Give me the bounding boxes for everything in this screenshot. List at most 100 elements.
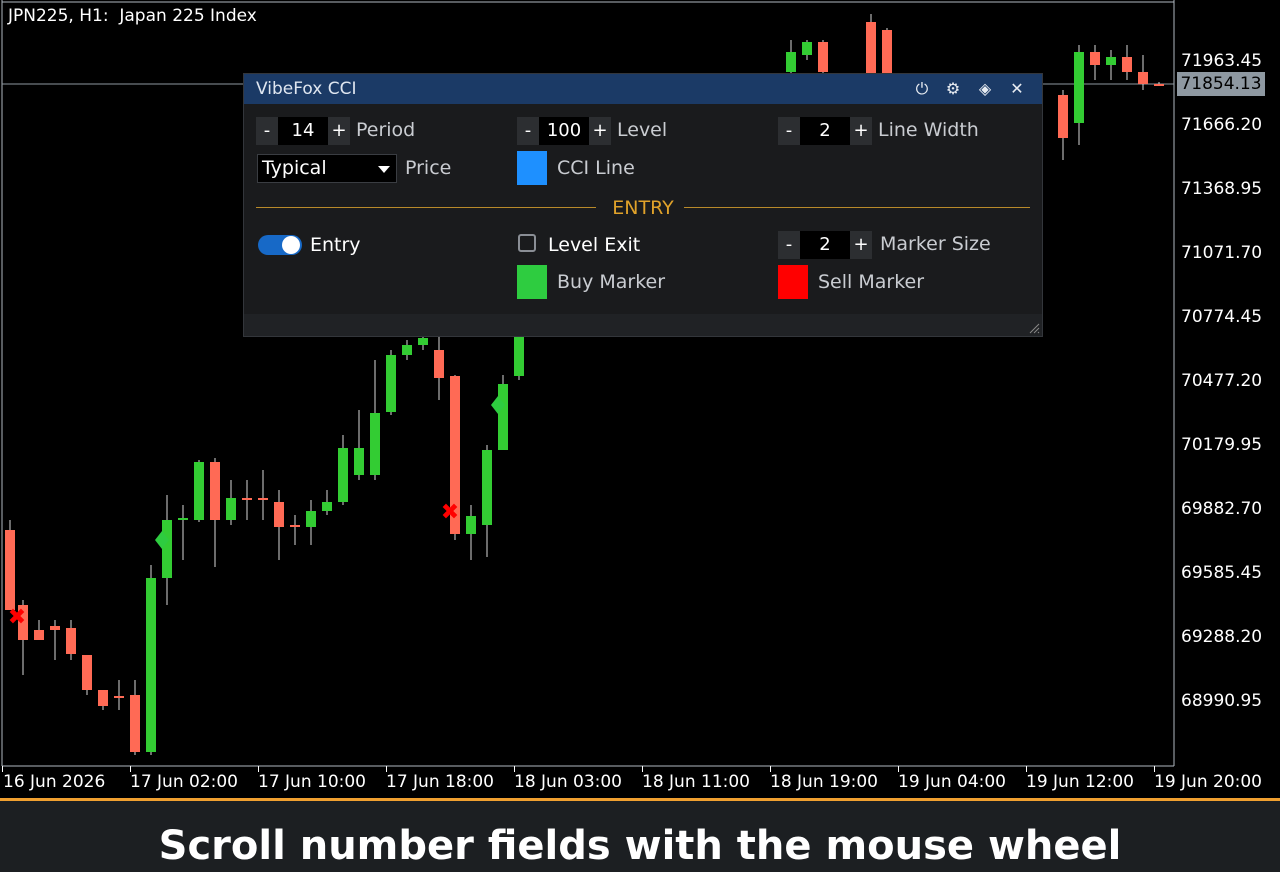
candle-body: [258, 498, 268, 500]
period-increment-button[interactable]: +: [328, 117, 350, 145]
candle-body: [818, 42, 828, 72]
candle-body: [1154, 84, 1164, 86]
candle-body: [402, 345, 412, 355]
buy-marker-label: Buy Marker: [557, 271, 666, 293]
price-tick: 70179.95: [1181, 435, 1263, 455]
panel-title: VibeFox CCI: [256, 79, 357, 99]
marker-size-increment-button[interactable]: +: [850, 231, 872, 259]
time-tick: 18 Jun 03:00: [514, 772, 622, 792]
candle-body: [114, 696, 124, 698]
price-tick: 71368.95: [1181, 179, 1263, 199]
candle-body: [1058, 95, 1068, 138]
line-width-increment-button[interactable]: +: [850, 117, 872, 145]
entry-label: Entry: [310, 234, 361, 256]
price-label: Price: [405, 157, 452, 179]
level-exit-checkbox[interactable]: [518, 234, 536, 252]
price-tick: 68990.95: [1181, 691, 1263, 711]
candle-body: [1106, 57, 1116, 65]
candle-body: [466, 516, 476, 534]
candle-body: [82, 655, 92, 690]
close-icon[interactable]: ✕: [1007, 79, 1027, 99]
period-decrement-button[interactable]: -: [256, 117, 278, 145]
candle-body: [226, 498, 236, 520]
candle-body: [146, 578, 156, 752]
candle-body: [482, 450, 492, 525]
candle-body: [274, 502, 284, 527]
cci-line-color-swatch[interactable]: [517, 151, 547, 185]
panel-title-bar[interactable]: VibeFox CCI ⏻ ⚙ ◈ ✕: [244, 74, 1042, 104]
level-decrement-button[interactable]: -: [517, 117, 539, 145]
candle-body: [370, 413, 380, 475]
candle-body: [210, 462, 220, 520]
level-increment-button[interactable]: +: [589, 117, 611, 145]
caption-banner: Scroll number fields with the mouse whee…: [0, 798, 1280, 872]
entry-section-title: ENTRY: [612, 197, 674, 219]
level-label: Level: [617, 119, 668, 141]
panel-footer: [244, 314, 1042, 336]
sell-marker-icon: ✖: [441, 500, 459, 525]
price-tick: 69882.70: [1181, 499, 1263, 519]
sell-marker-color-swatch[interactable]: [778, 265, 808, 299]
candle-body: [434, 350, 444, 378]
price-tick: 69288.20: [1181, 627, 1263, 647]
candle-body: [418, 338, 428, 345]
candle-body: [50, 626, 60, 630]
line-width-decrement-button[interactable]: -: [778, 117, 800, 145]
candle-body: [1122, 57, 1132, 72]
candle-body: [162, 520, 172, 578]
time-tick: 17 Jun 10:00: [258, 772, 366, 792]
period-stepper[interactable]: - 14 +: [256, 117, 350, 145]
candle-body: [882, 30, 892, 75]
candle-body: [5, 530, 15, 610]
line-width-label: Line Width: [878, 119, 979, 141]
sell-marker-icon: ✖: [8, 605, 26, 630]
symbol-title: JPN225, H1: Japan 225 Index: [8, 6, 257, 26]
price-tick: 70774.45: [1181, 307, 1263, 327]
time-tick: 19 Jun 12:00: [1026, 772, 1134, 792]
line-width-input[interactable]: 2: [800, 117, 850, 145]
marker-size-decrement-button[interactable]: -: [778, 231, 800, 259]
time-tick: 17 Jun 18:00: [386, 772, 494, 792]
candle-body: [802, 42, 812, 55]
period-input[interactable]: 14: [278, 117, 328, 145]
marker-size-stepper[interactable]: - 2 +: [778, 231, 872, 259]
candle-body: [322, 502, 332, 511]
buy-marker-color-swatch[interactable]: [517, 265, 547, 299]
level-stepper[interactable]: - 100 +: [517, 117, 611, 145]
current-price-label: 71854.13: [1177, 72, 1265, 96]
price-tick: 69585.45: [1181, 563, 1263, 583]
candle-body: [386, 355, 396, 412]
price-select-value: Typical: [262, 157, 327, 179]
section-divider-right: [684, 207, 1030, 208]
candle-body: [1138, 72, 1148, 84]
indicator-settings-panel[interactable]: VibeFox CCI ⏻ ⚙ ◈ ✕ - 14 + Period - 100 …: [243, 73, 1043, 337]
price-select[interactable]: Typical: [257, 154, 397, 183]
level-input[interactable]: 100: [539, 117, 589, 145]
marker-size-input[interactable]: 2: [800, 231, 850, 259]
candle-body: [290, 525, 300, 527]
level-exit-label: Level Exit: [548, 234, 641, 256]
candle-body: [786, 52, 796, 72]
candle-body: [498, 384, 508, 450]
line-width-stepper[interactable]: - 2 +: [778, 117, 872, 145]
section-divider-left: [256, 207, 596, 208]
price-tick: 71963.45: [1181, 51, 1263, 71]
candle-body: [66, 628, 76, 654]
entry-toggle[interactable]: [258, 235, 302, 255]
diamond-arrows-icon[interactable]: ◈: [975, 79, 995, 99]
chevron-down-icon: [378, 166, 390, 173]
power-icon[interactable]: ⏻: [912, 79, 932, 99]
gear-icon[interactable]: ⚙: [943, 79, 963, 99]
candle-body: [1074, 52, 1084, 123]
candle-body: [98, 690, 108, 706]
candle-body: [34, 630, 44, 640]
candle-body: [866, 22, 876, 75]
period-label: Period: [356, 119, 416, 141]
candle-body: [514, 335, 524, 376]
time-tick: 19 Jun 04:00: [898, 772, 1006, 792]
caption-text: Scroll number fields with the mouse whee…: [158, 823, 1122, 869]
candle-body: [1090, 52, 1100, 65]
resize-grip-icon[interactable]: [1028, 322, 1040, 334]
sell-marker-label: Sell Marker: [818, 271, 925, 293]
time-tick: 18 Jun 19:00: [770, 772, 878, 792]
